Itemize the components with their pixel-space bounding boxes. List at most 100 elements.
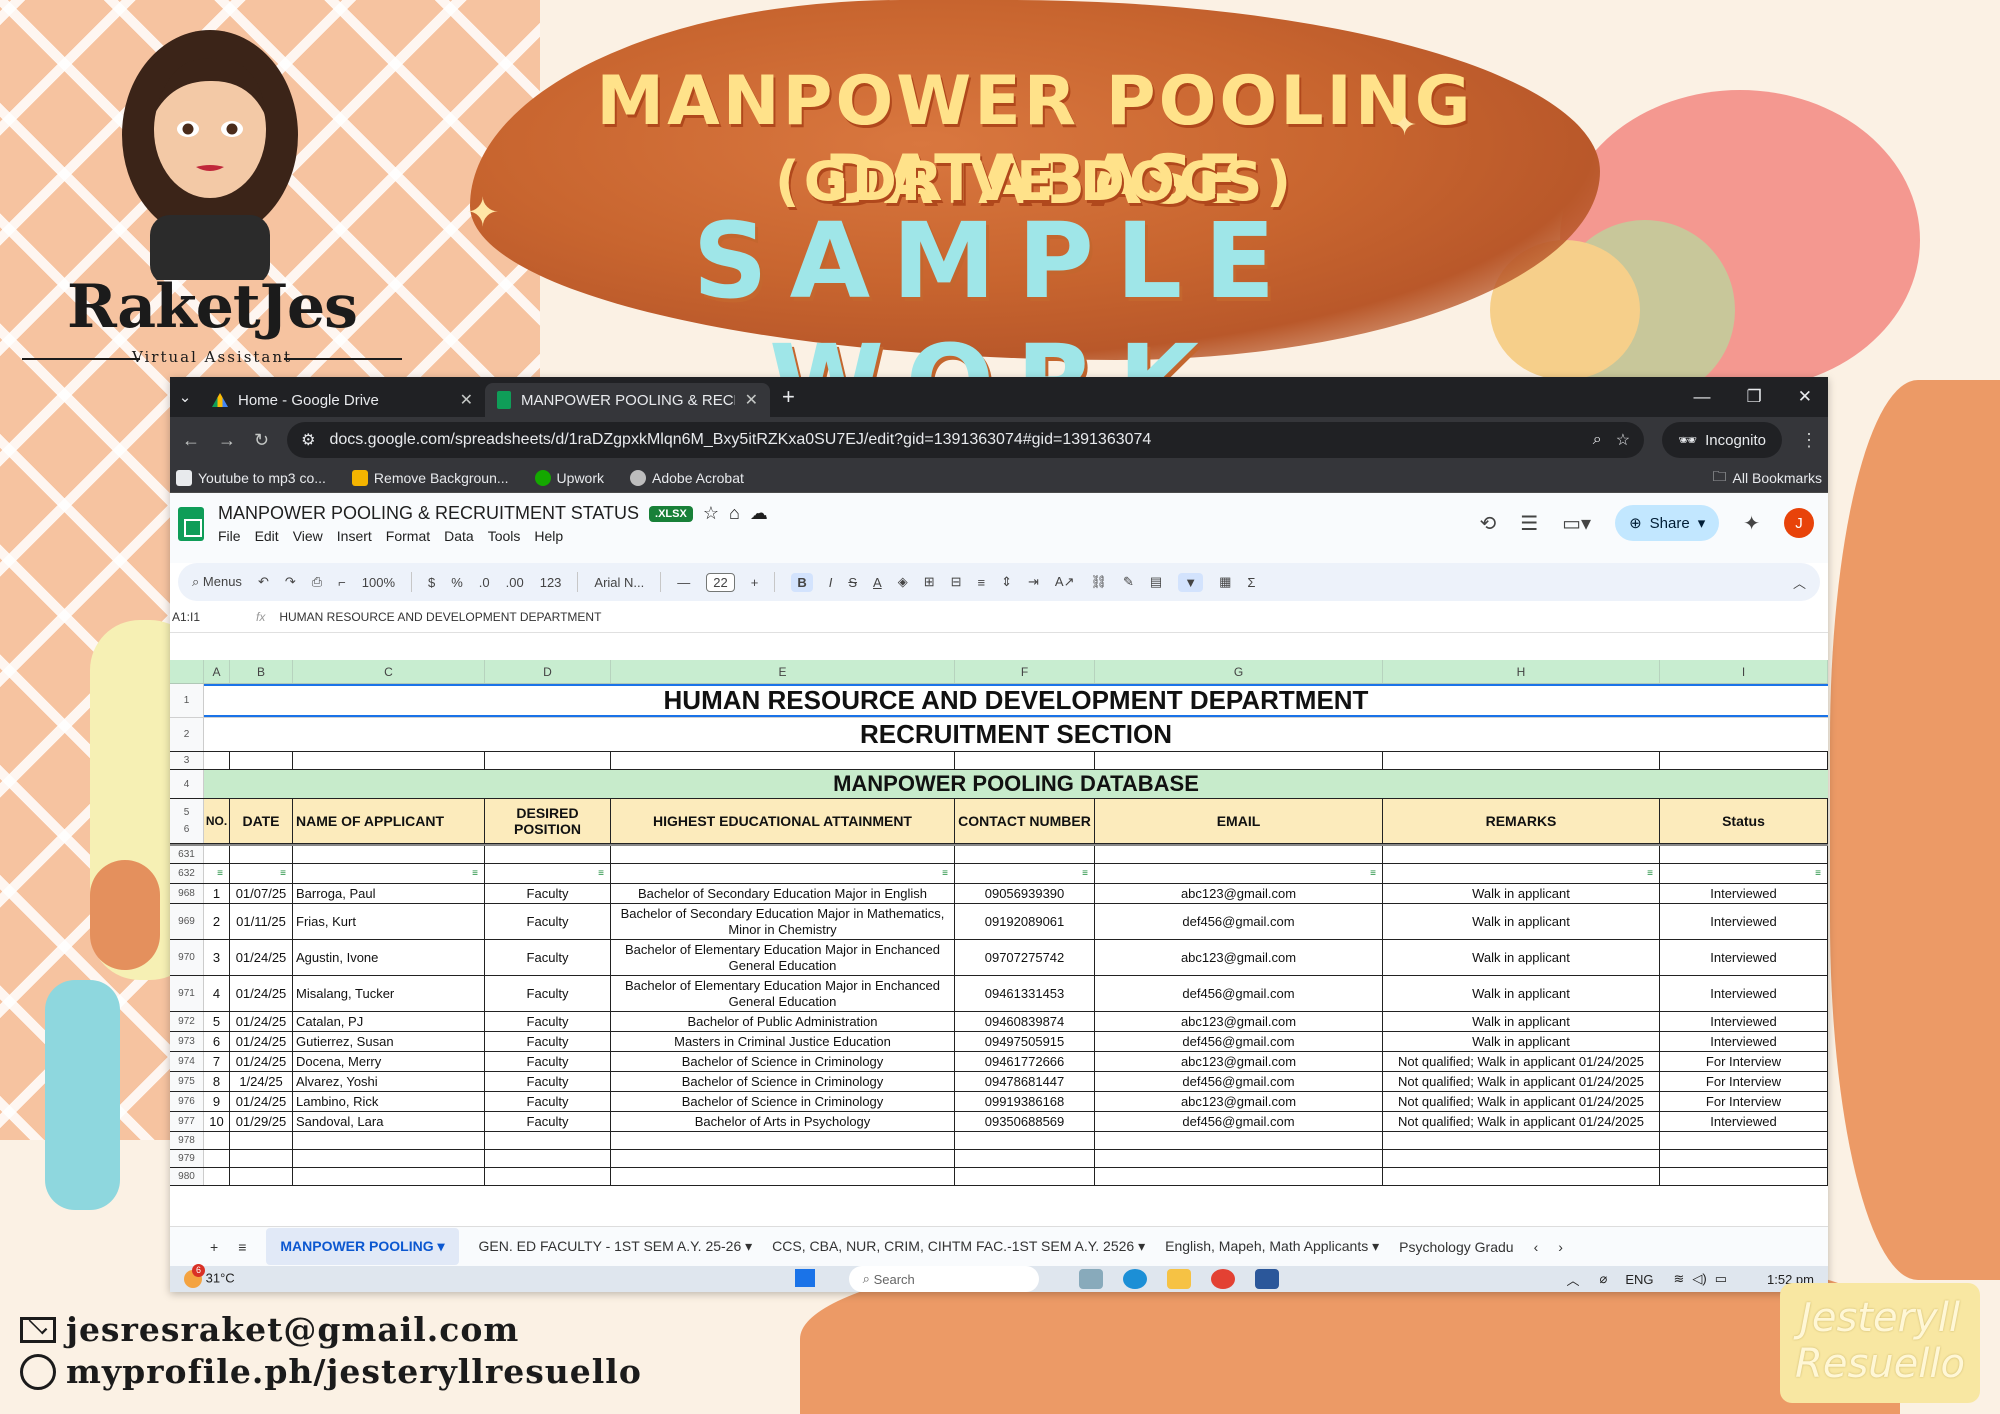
menu-file[interactable]: File — [218, 528, 241, 544]
cell-education[interactable]: Bachelor of Science in Criminology — [611, 1052, 955, 1071]
share-button[interactable]: ⊕ Share ▾ — [1615, 505, 1720, 541]
sheets-logo-icon[interactable] — [178, 507, 204, 541]
bookmark-star-icon[interactable]: ☆ — [1616, 430, 1630, 450]
cell-position[interactable]: Faculty — [485, 1072, 611, 1091]
row-number[interactable]: 632 — [170, 864, 204, 883]
cell-status[interactable]: Interviewed — [1660, 1032, 1828, 1051]
bold-icon[interactable]: B — [791, 572, 813, 592]
version-history-icon[interactable]: ⟲ — [1479, 511, 1496, 536]
cell-remarks[interactable]: Walk in applicant — [1383, 904, 1660, 939]
cell-education[interactable]: Bachelor of Public Administration — [611, 1012, 955, 1031]
cell-date[interactable]: 01/24/25 — [230, 976, 293, 1011]
close-icon[interactable]: ✕ — [460, 390, 473, 410]
bookmark-item[interactable]: Youtube to mp3 co... — [176, 469, 326, 486]
cell[interactable] — [955, 752, 1095, 769]
cell-position[interactable]: Faculty — [485, 1052, 611, 1071]
cell-status[interactable]: For Interview — [1660, 1052, 1828, 1071]
menu-tools[interactable]: Tools — [488, 528, 521, 544]
row-number[interactable]: 972 — [170, 1012, 204, 1031]
cell[interactable] — [485, 846, 611, 863]
redo-icon[interactable]: ↷ — [285, 574, 296, 590]
cell-no[interactable]: 10 — [204, 1112, 230, 1131]
column-header[interactable]: H — [1383, 660, 1660, 683]
cell[interactable] — [1660, 1132, 1828, 1149]
cell-email[interactable]: abc123@gmail.com — [1095, 1012, 1383, 1031]
cell-position[interactable]: Faculty — [485, 1032, 611, 1051]
cell[interactable] — [204, 846, 230, 863]
cell[interactable] — [1383, 846, 1660, 863]
cell-remarks[interactable]: Walk in applicant — [1383, 940, 1660, 975]
cell-contact[interactable]: 09461772666 — [955, 1052, 1095, 1071]
file-explorer-icon[interactable] — [1166, 1269, 1191, 1289]
select-all-corner[interactable] — [170, 660, 204, 683]
cell[interactable] — [204, 752, 230, 769]
filter-dropdown-icon[interactable]: ≡ — [1095, 864, 1383, 883]
cell[interactable] — [293, 1150, 485, 1167]
cell-status[interactable]: Interviewed — [1660, 976, 1828, 1011]
tray-chevron-icon[interactable]: ︿ — [1566, 1270, 1579, 1289]
row-number[interactable]: 976 — [170, 1092, 204, 1111]
tab-search-icon[interactable]: ⌄ — [170, 388, 200, 406]
cell-position[interactable]: Faculty — [485, 976, 611, 1011]
cell-no[interactable]: 9 — [204, 1092, 230, 1111]
cell[interactable] — [1095, 846, 1383, 863]
merge-cells-icon[interactable]: ⊟ — [951, 574, 962, 590]
cell-position[interactable]: Faculty — [485, 1112, 611, 1131]
database-title[interactable]: MANPOWER POOLING DATABASE — [204, 770, 1828, 798]
cell-name[interactable]: Catalan, PJ — [293, 1012, 485, 1031]
cell-name[interactable]: Barroga, Paul — [293, 884, 485, 903]
row-number[interactable]: 970 — [170, 940, 204, 975]
cell-name[interactable]: Sandoval, Lara — [293, 1112, 485, 1131]
cell[interactable] — [1095, 1168, 1383, 1185]
scroll-left-icon[interactable]: ‹ — [1534, 1239, 1539, 1255]
cell-no[interactable]: 7 — [204, 1052, 230, 1071]
all-sheets-icon[interactable]: ≡ — [238, 1239, 246, 1255]
filter-dropdown-icon[interactable]: ≡ — [230, 864, 293, 883]
site-info-icon[interactable]: ⚙ — [301, 430, 315, 450]
widgets-icon[interactable] — [1078, 1269, 1103, 1289]
cell-education[interactable]: Bachelor of Science in Criminology — [611, 1072, 955, 1091]
network-status-icon[interactable]: ⌀ — [1599, 1271, 1607, 1287]
row-number[interactable]: 56 — [170, 799, 204, 843]
text-color-icon[interactable]: A — [873, 575, 882, 590]
cell[interactable] — [611, 1150, 955, 1167]
cell[interactable] — [204, 1168, 230, 1185]
header-date[interactable]: DATE — [230, 799, 293, 843]
cell-position[interactable]: Faculty — [485, 1012, 611, 1031]
cell-position[interactable]: Faculty — [485, 904, 611, 939]
bookmark-item[interactable]: Adobe Acrobat — [630, 469, 744, 486]
cell[interactable] — [293, 846, 485, 863]
cell-remarks[interactable]: Not qualified; Walk in applicant 01/24/2… — [1383, 1072, 1660, 1091]
cell[interactable] — [293, 752, 485, 769]
cell-remarks[interactable]: Walk in applicant — [1383, 884, 1660, 903]
filter-dropdown-icon[interactable]: ≡ — [293, 864, 485, 883]
italic-icon[interactable]: I — [829, 575, 833, 590]
header-remarks[interactable]: REMARKS — [1383, 799, 1660, 843]
menu-view[interactable]: View — [293, 528, 323, 544]
filter-icon[interactable]: ▼ — [1178, 572, 1204, 592]
name-box[interactable]: A1:I1 — [172, 610, 242, 624]
cell-education[interactable]: Bachelor of Science in Criminology — [611, 1092, 955, 1111]
row-number[interactable]: 4 — [170, 770, 204, 798]
cell-name[interactable]: Agustin, Ivone — [293, 940, 485, 975]
row-number[interactable]: 974 — [170, 1052, 204, 1071]
column-header[interactable]: D — [485, 660, 611, 683]
cell-status[interactable]: For Interview — [1660, 1092, 1828, 1111]
header-no[interactable]: NO. — [204, 799, 230, 843]
cell[interactable] — [1095, 1150, 1383, 1167]
cell-email[interactable]: def456@gmail.com — [1095, 976, 1383, 1011]
windows-start-icon[interactable] — [794, 1269, 819, 1289]
filter-dropdown-icon[interactable]: ≡ — [485, 864, 611, 883]
weather-widget[interactable]: 6 31°C — [184, 1264, 235, 1288]
menu-format[interactable]: Format — [386, 528, 430, 544]
row-number[interactable]: 2 — [170, 718, 204, 751]
header-name[interactable]: NAME OF APPLICANT — [293, 799, 485, 843]
cell[interactable] — [204, 1150, 230, 1167]
currency-format-button[interactable]: $ — [428, 575, 435, 590]
decrease-decimal-button[interactable]: .0 — [479, 575, 490, 590]
row-number[interactable]: 973 — [170, 1032, 204, 1051]
row-number[interactable]: 969 — [170, 904, 204, 939]
row-number[interactable]: 979 — [170, 1150, 204, 1167]
cell-contact[interactable]: 09919386168 — [955, 1092, 1095, 1111]
cell-email[interactable]: def456@gmail.com — [1095, 904, 1383, 939]
